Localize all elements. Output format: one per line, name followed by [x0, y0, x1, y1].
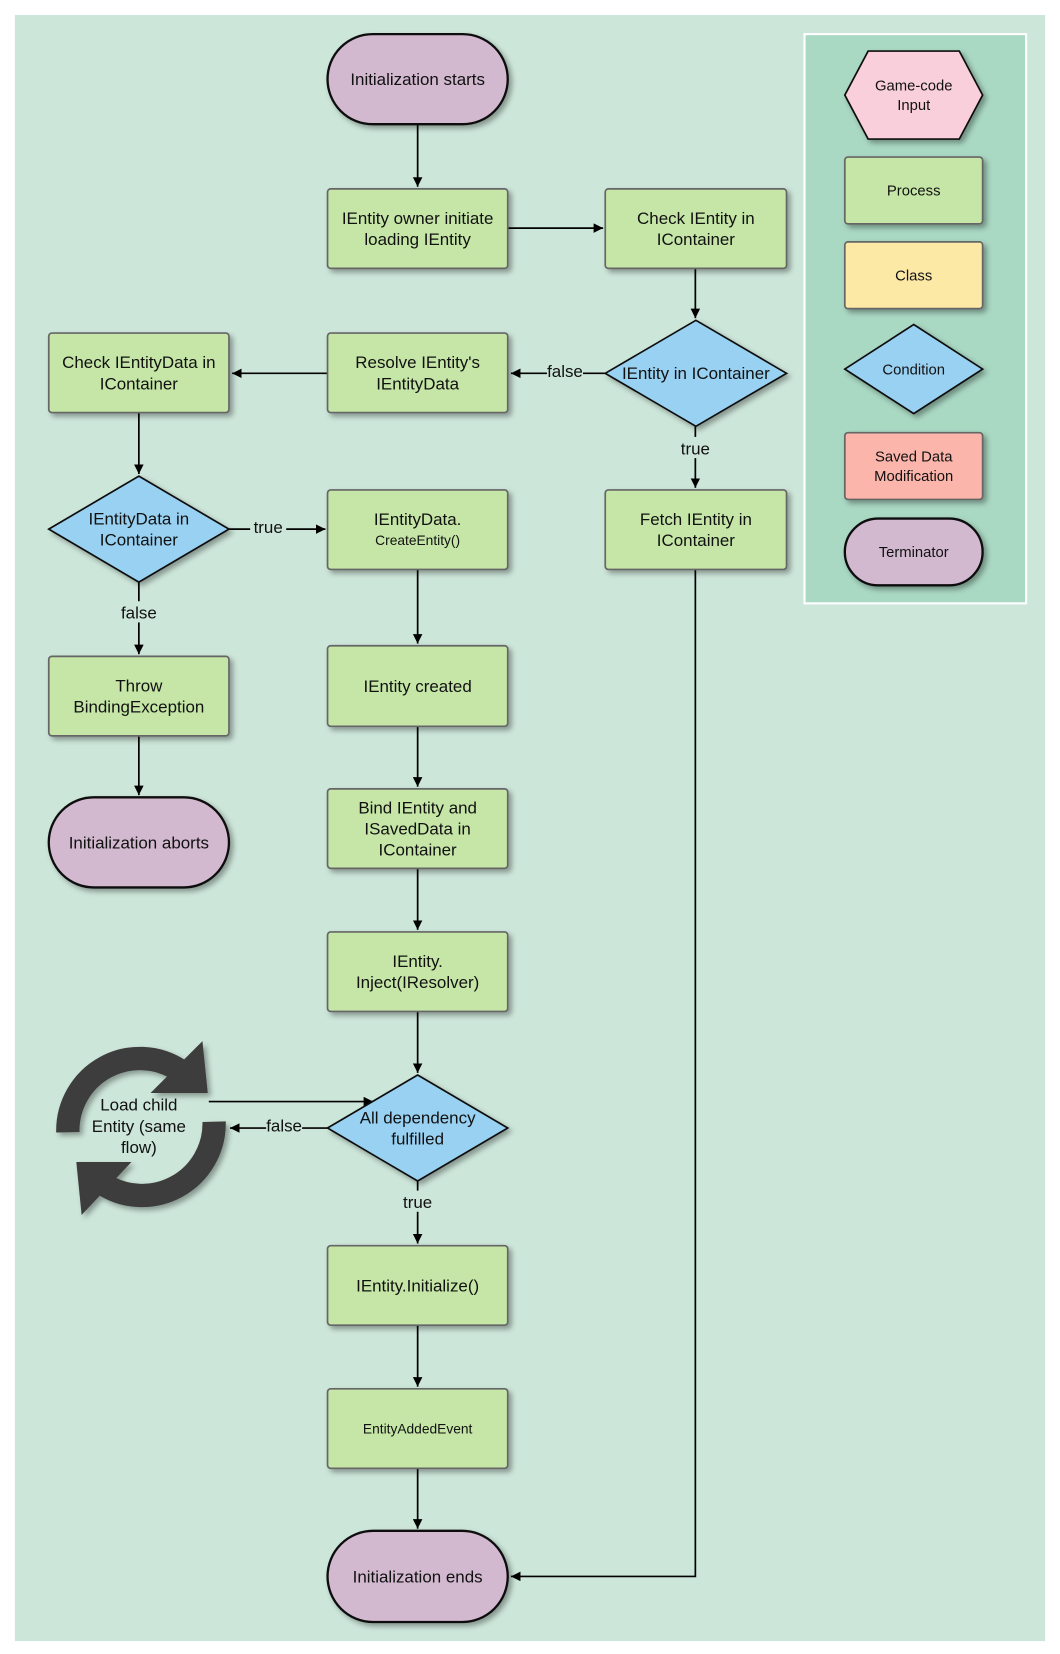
process-shape — [47, 332, 230, 414]
legend-terminator: Terminator — [843, 517, 984, 587]
label-line: Saved Data — [875, 450, 953, 466]
process-shape — [604, 489, 788, 571]
process-shape — [604, 188, 788, 270]
node-label: Process — [887, 184, 941, 200]
edge-label-false: false — [266, 1117, 302, 1136]
process-shape — [326, 931, 509, 1013]
label-line: flow) — [121, 1138, 157, 1157]
fetch-ientity-node: Fetch IEntity in IContainer — [604, 489, 788, 571]
label-line: loading IEntity — [364, 230, 471, 249]
label-line: IEntity owner initiate — [342, 209, 494, 228]
check-ientitydata-node: Check IEntityData in IContainer — [47, 332, 230, 414]
saved-shape — [843, 431, 984, 501]
label-line: Process — [887, 184, 941, 200]
check-ientity-node: Check IEntity in IContainer — [604, 188, 788, 270]
label-line: Inject(IResolver) — [356, 973, 479, 992]
label-line: IContainer — [379, 841, 458, 860]
inject-node: IEntity. Inject(IResolver) — [326, 931, 509, 1013]
label-line: EntityAddedEvent — [363, 1421, 473, 1436]
label-line: IEntity.Initialize() — [356, 1276, 479, 1295]
label-line: IEntity. — [392, 952, 443, 971]
edge-label-true: true — [254, 518, 283, 537]
label-line: Check IEntityData in — [62, 353, 215, 372]
node-label: EntityAddedEvent — [363, 1421, 473, 1436]
flowchart: false true true false false true Load child En… — [14, 15, 1046, 1642]
bind-ientity-node: Bind IEntity and ISavedData in IContainer — [326, 787, 509, 870]
label-line: Condition — [882, 362, 945, 378]
label-line: Bind IEntity and — [358, 798, 477, 817]
node-label: Initialization starts — [350, 70, 485, 89]
node-label: Initialization aborts — [69, 833, 209, 852]
label-line: Fetch IEntity in — [640, 510, 752, 529]
label-line: CreateEntity() — [375, 533, 460, 548]
legend-game-code-input: Game-code Input — [843, 50, 984, 140]
label-line: Initialization ends — [353, 1567, 483, 1586]
hexagon-shape — [843, 50, 984, 140]
label-line: ISavedData in — [364, 820, 470, 839]
label-line: IContainer — [100, 374, 179, 393]
init-aborts-node: Initialization aborts — [47, 796, 231, 889]
edge-label-true: true — [403, 1193, 432, 1212]
owner-initiate-node: IEntity owner initiate loading IEntity — [326, 188, 509, 270]
label-line: Terminator — [879, 545, 949, 561]
label-line: BindingException — [73, 698, 204, 717]
throw-binding-node: Throw BindingException — [47, 655, 230, 737]
label-line: Class — [895, 268, 932, 284]
node-label: IEntity.Initialize() — [356, 1276, 479, 1295]
label-line: Modification — [874, 469, 953, 485]
label-line: Initialization starts — [350, 70, 485, 89]
label-line: IContainer — [657, 230, 736, 249]
label-line: Initialization aborts — [69, 833, 209, 852]
edge-label-true: true — [681, 439, 710, 458]
label-line: fulfilled — [391, 1130, 444, 1149]
node-label: Terminator — [879, 545, 949, 561]
label-line: IContainer — [657, 531, 736, 550]
init-starts-node: Initialization starts — [326, 32, 509, 126]
node-label: Condition — [882, 362, 945, 378]
process-shape — [326, 188, 509, 270]
label-line: IEntity in IContainer — [622, 364, 770, 383]
label-line: All dependency — [360, 1108, 476, 1127]
label-line: IEntityData. — [374, 510, 462, 529]
label-line: Load child — [100, 1096, 177, 1115]
label-line: Check IEntity in — [637, 209, 755, 228]
node-label: IEntity created — [363, 677, 471, 696]
legend-class: Class — [843, 241, 984, 310]
label-line: Entity (same — [92, 1117, 186, 1136]
node-label: Class — [895, 268, 932, 284]
resolve-entitydata-node: Resolve IEntity's IEntityData — [326, 332, 509, 414]
node-label: Initialization ends — [353, 1567, 483, 1586]
label-line: Input — [897, 98, 931, 114]
label-line: Throw — [115, 676, 163, 695]
init-ends-node: Initialization ends — [326, 1529, 509, 1624]
label-line: IContainer — [100, 531, 179, 550]
label-line: Game-code — [875, 79, 952, 95]
entity-added-event-node: EntityAddedEvent — [326, 1387, 509, 1470]
legend-process: Process — [843, 156, 984, 225]
process-shape — [326, 489, 509, 571]
label-line: IEntityData — [376, 374, 459, 393]
ientity-created-node: IEntity created — [326, 644, 509, 728]
edge-label-false: false — [547, 362, 583, 381]
label-line: IEntity created — [363, 677, 471, 696]
process-shape — [326, 332, 509, 414]
process-shape — [47, 655, 230, 737]
label-line: IEntityData in — [88, 509, 189, 528]
edge-label-false: false — [121, 604, 157, 623]
initialize-node: IEntity.Initialize() — [326, 1244, 509, 1327]
node-label: IEntity in IContainer — [622, 364, 770, 383]
label-line: Resolve IEntity's — [355, 353, 480, 372]
legend-saved-data-modification: Saved Data Modification — [843, 431, 984, 501]
create-entity-node: IEntityData. CreateEntity() — [326, 489, 509, 571]
